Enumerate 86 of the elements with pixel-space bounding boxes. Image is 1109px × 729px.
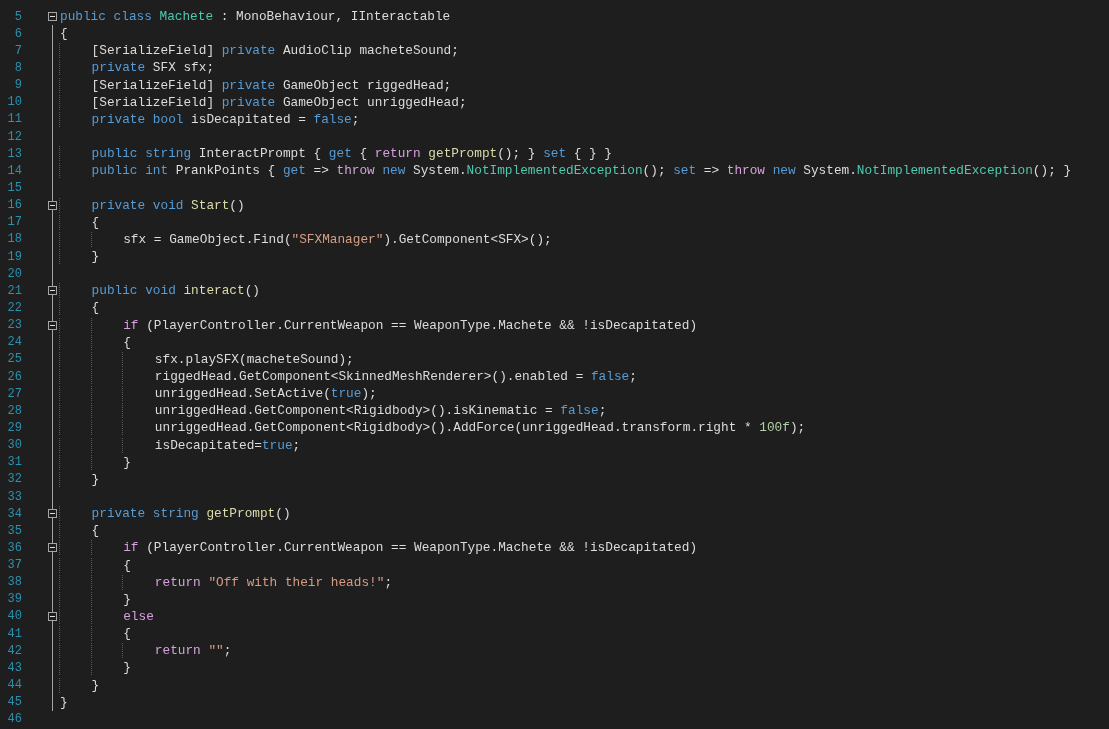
- line-number: 32: [6, 472, 22, 487]
- code-line: {: [59, 523, 100, 539]
- line-number: 38: [6, 575, 22, 590]
- code-line: unriggedHead.SetActive(true);: [59, 386, 377, 402]
- line-number: 7: [13, 43, 22, 58]
- code-line: else: [59, 609, 154, 624]
- line-number: 12: [6, 129, 22, 144]
- line-number: 41: [6, 626, 22, 641]
- line-number: 29: [6, 420, 22, 435]
- line-number: 5: [13, 9, 22, 24]
- line-number: 23: [6, 318, 22, 333]
- code-line: }: [59, 677, 100, 693]
- line-number: 39: [6, 592, 22, 607]
- line-number: 43: [6, 660, 22, 675]
- code-line: unriggedHead.GetComponent<Rigidbody>().AddForce(unriggedHead.transform.right * 100f);: [59, 420, 806, 436]
- line-number: 37: [6, 558, 22, 573]
- code-line: private string getPrompt(): [59, 506, 291, 522]
- code-line: isDecapitated=true;: [59, 437, 301, 453]
- line-number: 15: [6, 180, 22, 195]
- code-line: if (PlayerController.CurrentWeapon == WeaponType.Machete && !isDecapitated): [59, 317, 698, 333]
- line-number: 30: [6, 438, 22, 453]
- line-number: 34: [6, 506, 22, 521]
- code-line: {: [59, 334, 131, 350]
- code-line: return "";: [59, 643, 232, 659]
- line-number: 9: [13, 78, 22, 93]
- line-number: 8: [13, 61, 22, 75]
- code-line: private SFX sfx;: [59, 60, 215, 76]
- line-number: 35: [6, 523, 22, 538]
- code-line: sfx = GameObject.Find("SFXManager").GetComponent<SFX>();: [59, 231, 552, 247]
- collapse-icon[interactable]: [48, 509, 57, 519]
- code-line: }: [59, 694, 68, 710]
- code-line: [SerializeField] private GameObject riggedHead;: [59, 77, 452, 93]
- code-line: public class Machete : MonoBehaviour, IInteractable: [59, 9, 451, 25]
- line-number: 36: [6, 540, 22, 555]
- line-number: 42: [6, 643, 22, 658]
- code-line: public int PrankPoints { get => throw new System.NotImplementedException(); set => throw new System.NotImplementedException(); }: [59, 163, 1072, 179]
- code-line: [SerializeField] private GameObject unriggedHead;: [59, 94, 467, 110]
- code-line: }: [59, 660, 131, 676]
- line-number: 6: [13, 26, 22, 41]
- code-line: if (PlayerController.CurrentWeapon == WeaponType.Machete && !isDecapitated): [59, 540, 698, 556]
- line-number: 27: [6, 386, 22, 401]
- code-line: {: [59, 626, 131, 642]
- line-number: 17: [6, 215, 22, 230]
- line-number: 13: [6, 146, 22, 161]
- line-number: 31: [6, 455, 22, 470]
- line-number: 25: [6, 352, 22, 367]
- collapse-icon[interactable]: [48, 612, 57, 621]
- code-line: {: [59, 214, 100, 230]
- line-number: 44: [6, 678, 22, 693]
- line-number: 26: [6, 369, 22, 384]
- code-line: riggedHead.GetComponent<SkinnedMeshRenderer>().enabled = false;: [59, 369, 637, 384]
- line-number: 24: [6, 335, 22, 350]
- line-number: 11: [6, 112, 22, 127]
- line-number: 21: [6, 283, 22, 298]
- line-number: 18: [6, 232, 22, 247]
- code-line: {: [59, 300, 100, 316]
- code-line: }: [59, 249, 100, 265]
- code-line: [SerializeField] private AudioClip macheteSound;: [59, 43, 459, 59]
- line-number: 45: [6, 695, 22, 710]
- code-line: public string InteractPrompt { get { return getPrompt(); } set { } }: [59, 146, 612, 162]
- collapse-icon[interactable]: [48, 200, 57, 210]
- code-line: }: [59, 471, 100, 487]
- collapse-icon[interactable]: [48, 12, 57, 22]
- line-number: 16: [6, 198, 22, 213]
- collapse-icon[interactable]: [48, 543, 57, 553]
- line-number: 46: [6, 712, 22, 727]
- code-line: public void interact(): [59, 283, 260, 299]
- line-number: 20: [6, 266, 22, 281]
- code-line: sfx.playSFX(macheteSound);: [59, 351, 354, 367]
- code-line: }: [59, 591, 131, 607]
- code-line: unriggedHead.GetComponent<Rigidbody>().isKinematic = false;: [59, 403, 607, 419]
- collapse-icon[interactable]: [48, 320, 57, 330]
- line-number: 33: [6, 489, 22, 504]
- code-line: }: [59, 454, 131, 470]
- line-number: 22: [6, 300, 22, 315]
- line-number: 19: [6, 249, 22, 264]
- collapse-icon[interactable]: [48, 286, 57, 296]
- code-line: {: [59, 26, 68, 42]
- line-number: 28: [6, 403, 22, 418]
- line-number: 40: [6, 609, 22, 624]
- code-line: private bool isDecapitated = false;: [59, 111, 360, 127]
- line-number: 10: [6, 95, 22, 110]
- code-line: {: [59, 557, 131, 573]
- code-line: private void Start(): [59, 197, 245, 213]
- code-line: return "Off with their heads!";: [59, 574, 393, 590]
- line-number: 14: [6, 163, 22, 178]
